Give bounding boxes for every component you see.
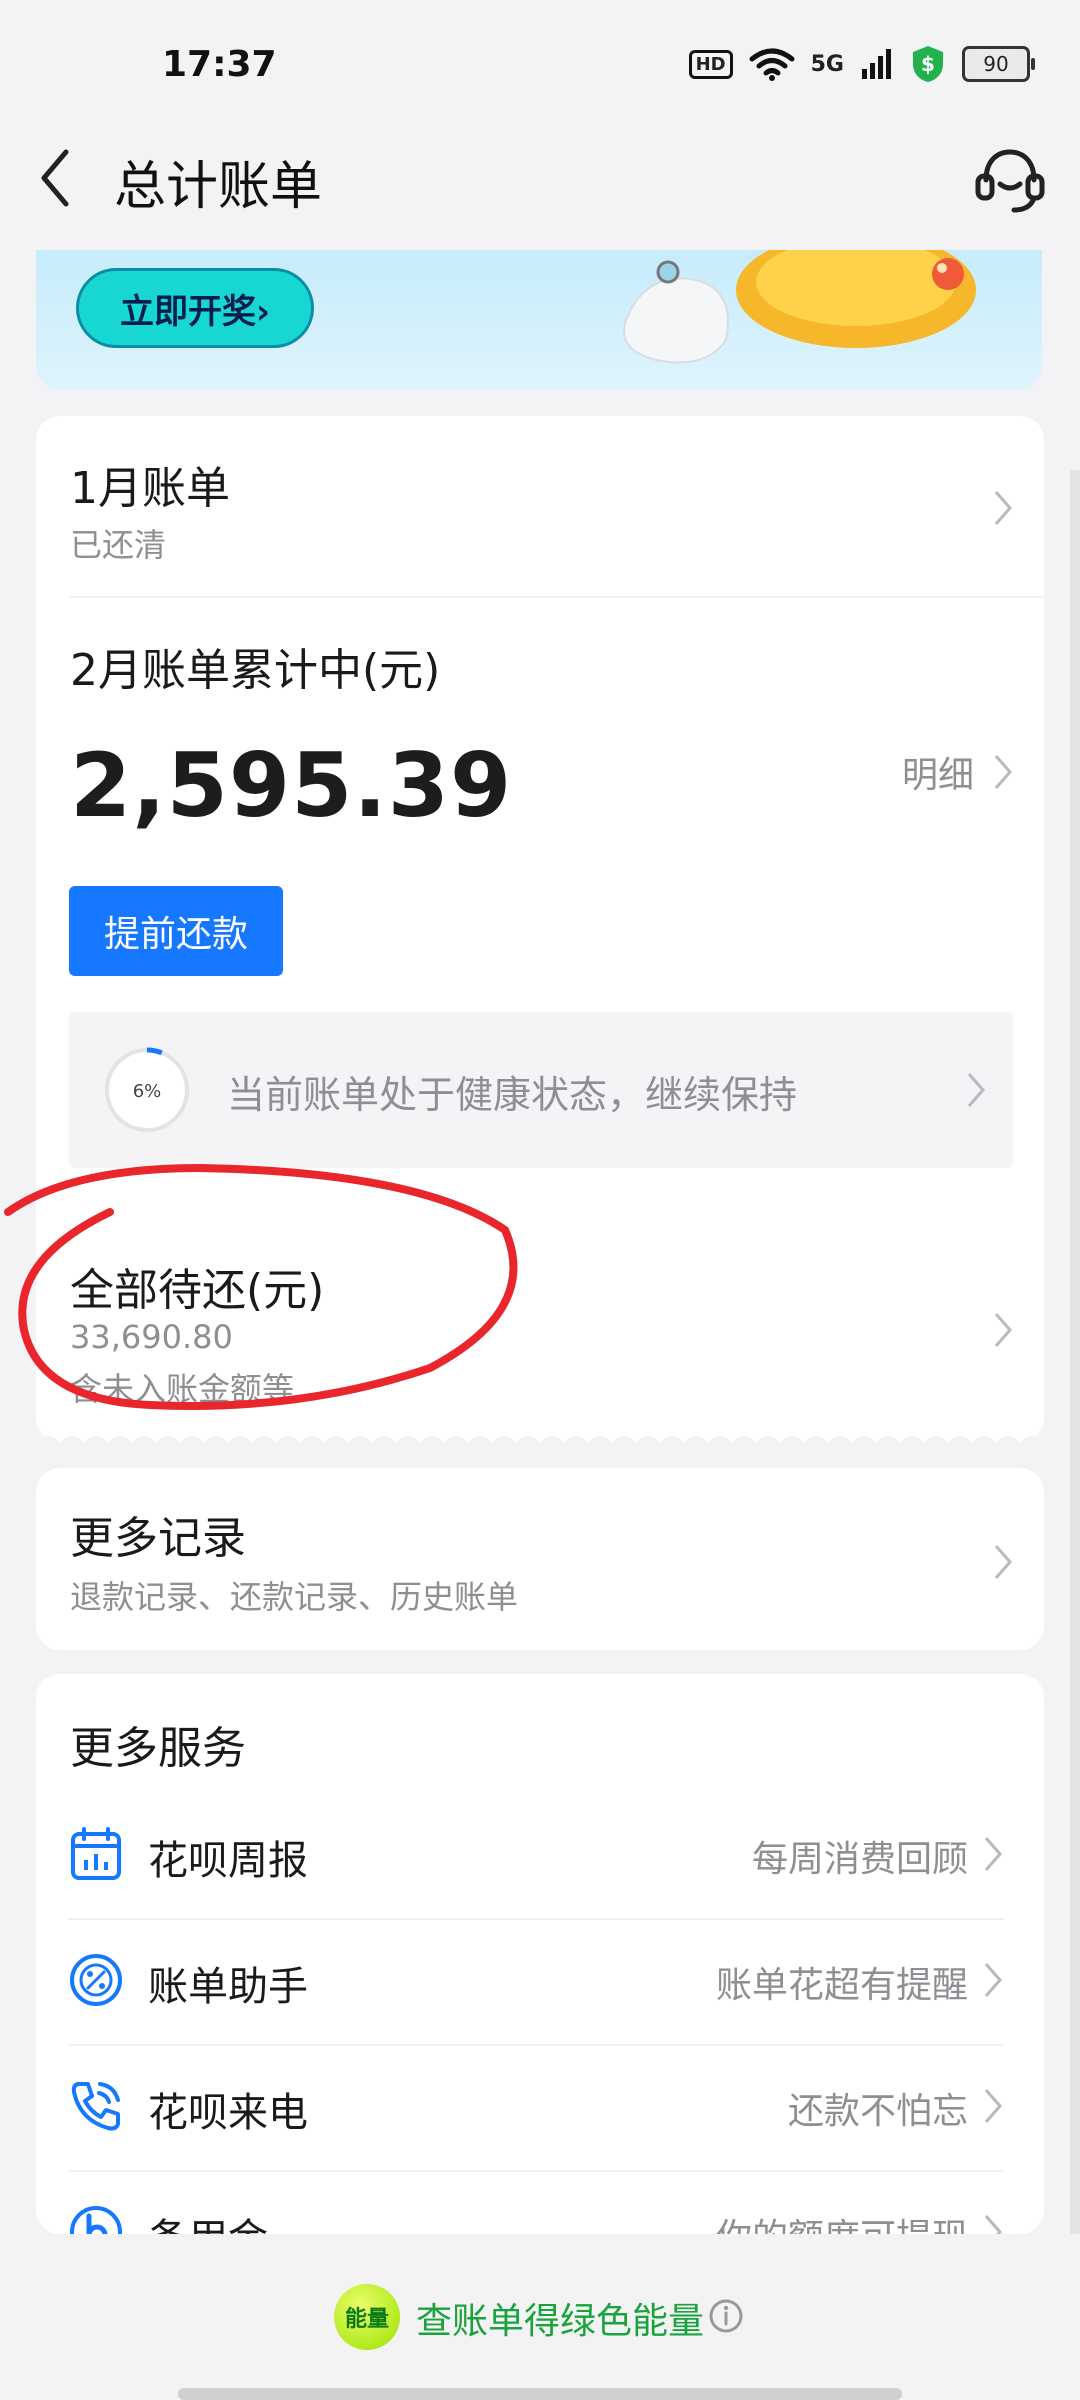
service-item-huabei-call[interactable]: 花呗来电 还款不怕忘 xyxy=(36,2046,1044,2172)
service-item-bill-assistant[interactable]: 账单助手 账单花超有提醒 xyxy=(36,1920,1044,2046)
bills-card: 1月账单 已还清 2月账单累计中(元) 2,595.39 明细 提前还款 6% … xyxy=(36,416,1044,1454)
page-title: 总计账单 xyxy=(114,157,323,217)
svg-text:$: $ xyxy=(921,52,935,76)
battery-icon: 90 xyxy=(962,46,1035,82)
battery-level: 90 xyxy=(983,52,1009,76)
service-hint: 账单花超有提醒 xyxy=(715,1965,968,2006)
service-label: 备用金 xyxy=(148,2206,268,2234)
footer-energy-bar[interactable]: 能量 查账单得绿色能量 xyxy=(0,2234,1080,2400)
feb-bill-amount: 2,595.39 xyxy=(70,734,513,837)
service-label: 花呗来电 xyxy=(148,2090,308,2136)
phone-call-icon xyxy=(71,2082,120,2131)
service-label: 花呗周报 xyxy=(148,1838,308,1884)
health-progress-ring: 6% xyxy=(104,1047,190,1133)
percent-gauge-icon xyxy=(70,1954,122,2006)
back-arrow-icon[interactable] xyxy=(36,146,76,210)
early-repay-button[interactable]: 提前还款 xyxy=(69,886,283,976)
service-hint: 还款不怕忘 xyxy=(787,2091,968,2132)
status-time: 17:37 xyxy=(162,44,277,85)
jan-bill-status: 已还清 xyxy=(70,526,167,564)
customer-service-icon[interactable] xyxy=(972,144,1048,216)
calendar-chart-icon xyxy=(71,1827,121,1880)
feb-bill-title: 2月账单累计中(元) xyxy=(70,645,441,696)
chevron-right-icon xyxy=(994,755,1012,789)
health-percent: 6% xyxy=(133,1081,162,1102)
chevron-right-icon xyxy=(984,2215,1002,2234)
reserve-fund-icon xyxy=(70,2206,122,2234)
chevron-right-icon xyxy=(967,1073,985,1107)
chevron-right-icon xyxy=(994,491,1012,525)
chevron-right-icon xyxy=(984,1963,1002,1997)
status-bar: 17:37 HD 5G $ 90 xyxy=(0,0,1080,130)
divider xyxy=(70,596,1044,598)
promo-illustration xyxy=(623,250,976,364)
security-shield-icon: $ xyxy=(913,46,943,82)
hd-icon: HD xyxy=(688,49,733,79)
chevron-right-icon xyxy=(984,1837,1002,1871)
more-records-subtitle: 退款记录、还款记录、历史账单 xyxy=(70,1578,519,1616)
more-records-title: 更多记录 xyxy=(70,1513,246,1564)
more-services-card: 更多服务 花呗周报 每周消费回顾 账单助手 账单花超有提醒 花呗来电 还款不怕忘 xyxy=(36,1674,1044,2234)
scrollbar[interactable] xyxy=(1070,470,1080,2360)
total-pending-note: 含未入账金额等 xyxy=(70,1370,295,1408)
promo-banner[interactable]: 立即开奖› xyxy=(36,250,1042,390)
more-records-card[interactable]: 更多记录 退款记录、还款记录、历史账单 xyxy=(36,1468,1044,1650)
chevron-right-icon xyxy=(984,2089,1002,2123)
service-hint: 你的额度可提现 xyxy=(716,2208,968,2234)
signal-icon xyxy=(862,49,891,79)
draw-now-button[interactable]: 立即开奖› xyxy=(76,268,314,348)
network-type: 5G xyxy=(810,51,844,77)
service-item-reserve-fund[interactable]: 备用金 你的额度可提现 xyxy=(36,2172,1044,2234)
total-pending-amount: 33,690.80 xyxy=(70,1318,233,1356)
energy-badge: 能量 xyxy=(334,2284,400,2350)
home-indicator[interactable] xyxy=(178,2388,902,2400)
more-services-title: 更多服务 xyxy=(70,1723,246,1774)
service-hint: 每周消费回顾 xyxy=(751,1839,968,1880)
chevron-right-icon xyxy=(994,1545,1012,1579)
health-status-row[interactable]: 6% 当前账单处于健康状态，继续保持 xyxy=(69,1012,1013,1168)
perforated-edge xyxy=(36,1436,1044,1454)
energy-text: 查账单得绿色能量 xyxy=(416,2301,705,2342)
info-icon[interactable] xyxy=(708,2298,744,2334)
detail-label: 明细 xyxy=(901,755,974,796)
chevron-right-icon xyxy=(994,1313,1012,1347)
status-icons: HD 5G $ 90 xyxy=(688,44,1035,84)
jan-bill-title: 1月账单 xyxy=(70,463,230,514)
health-text: 当前账单处于健康状态，继续保持 xyxy=(227,1073,798,1117)
service-label: 账单助手 xyxy=(148,1964,308,2010)
total-pending-title: 全部待还(元) xyxy=(70,1265,325,1316)
service-item-weekly-report[interactable]: 花呗周报 每周消费回顾 xyxy=(36,1794,1044,1920)
wifi-icon xyxy=(749,48,795,81)
